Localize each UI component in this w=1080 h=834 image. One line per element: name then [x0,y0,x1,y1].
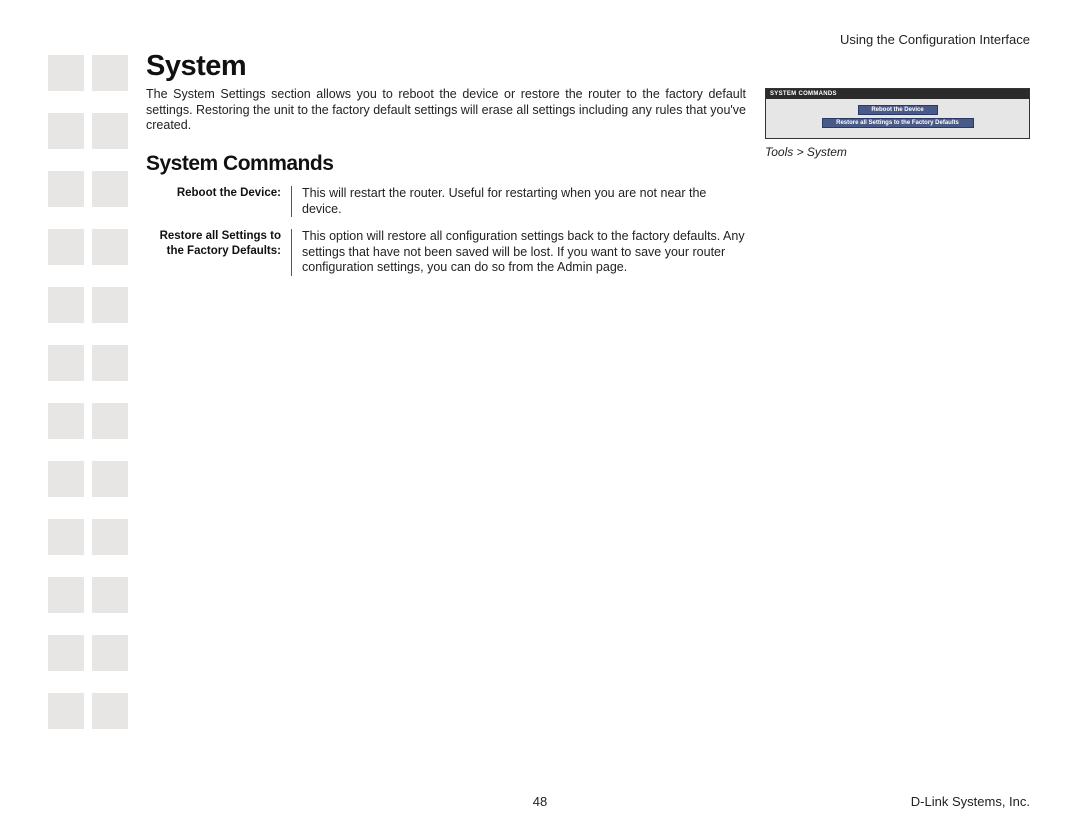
page-title: System [146,50,746,83]
restore-defaults-button[interactable]: Restore all Settings to the Factory Defa… [822,118,974,128]
definition-description: This will restart the router. Useful for… [302,186,746,217]
ui-panel: SYSTEM COMMANDS Reboot the Device Restor… [765,88,1030,139]
intro-paragraph: The System Settings section allows you t… [146,87,746,134]
reboot-device-button[interactable]: Reboot the Device [858,105,938,115]
definition-row: Reboot the Device: This will restart the… [146,186,746,217]
screenshot-figure: SYSTEM COMMANDS Reboot the Device Restor… [765,88,1030,159]
definition-row: Restore all Settings to the Factory Defa… [146,229,746,276]
decorative-squares [48,55,128,751]
definition-term: Restore all Settings to the Factory Defa… [146,229,291,276]
definition-description: This option will restore all configurati… [302,229,746,276]
figure-caption: Tools > System [765,145,1030,159]
definition-term: Reboot the Device: [146,186,291,217]
ui-panel-title: SYSTEM COMMANDS [766,89,1029,99]
main-content: System The System Settings section allow… [146,50,746,288]
header-section-label: Using the Configuration Interface [840,32,1030,47]
section-heading: System Commands [146,152,746,176]
company-name: D-Link Systems, Inc. [911,794,1030,809]
